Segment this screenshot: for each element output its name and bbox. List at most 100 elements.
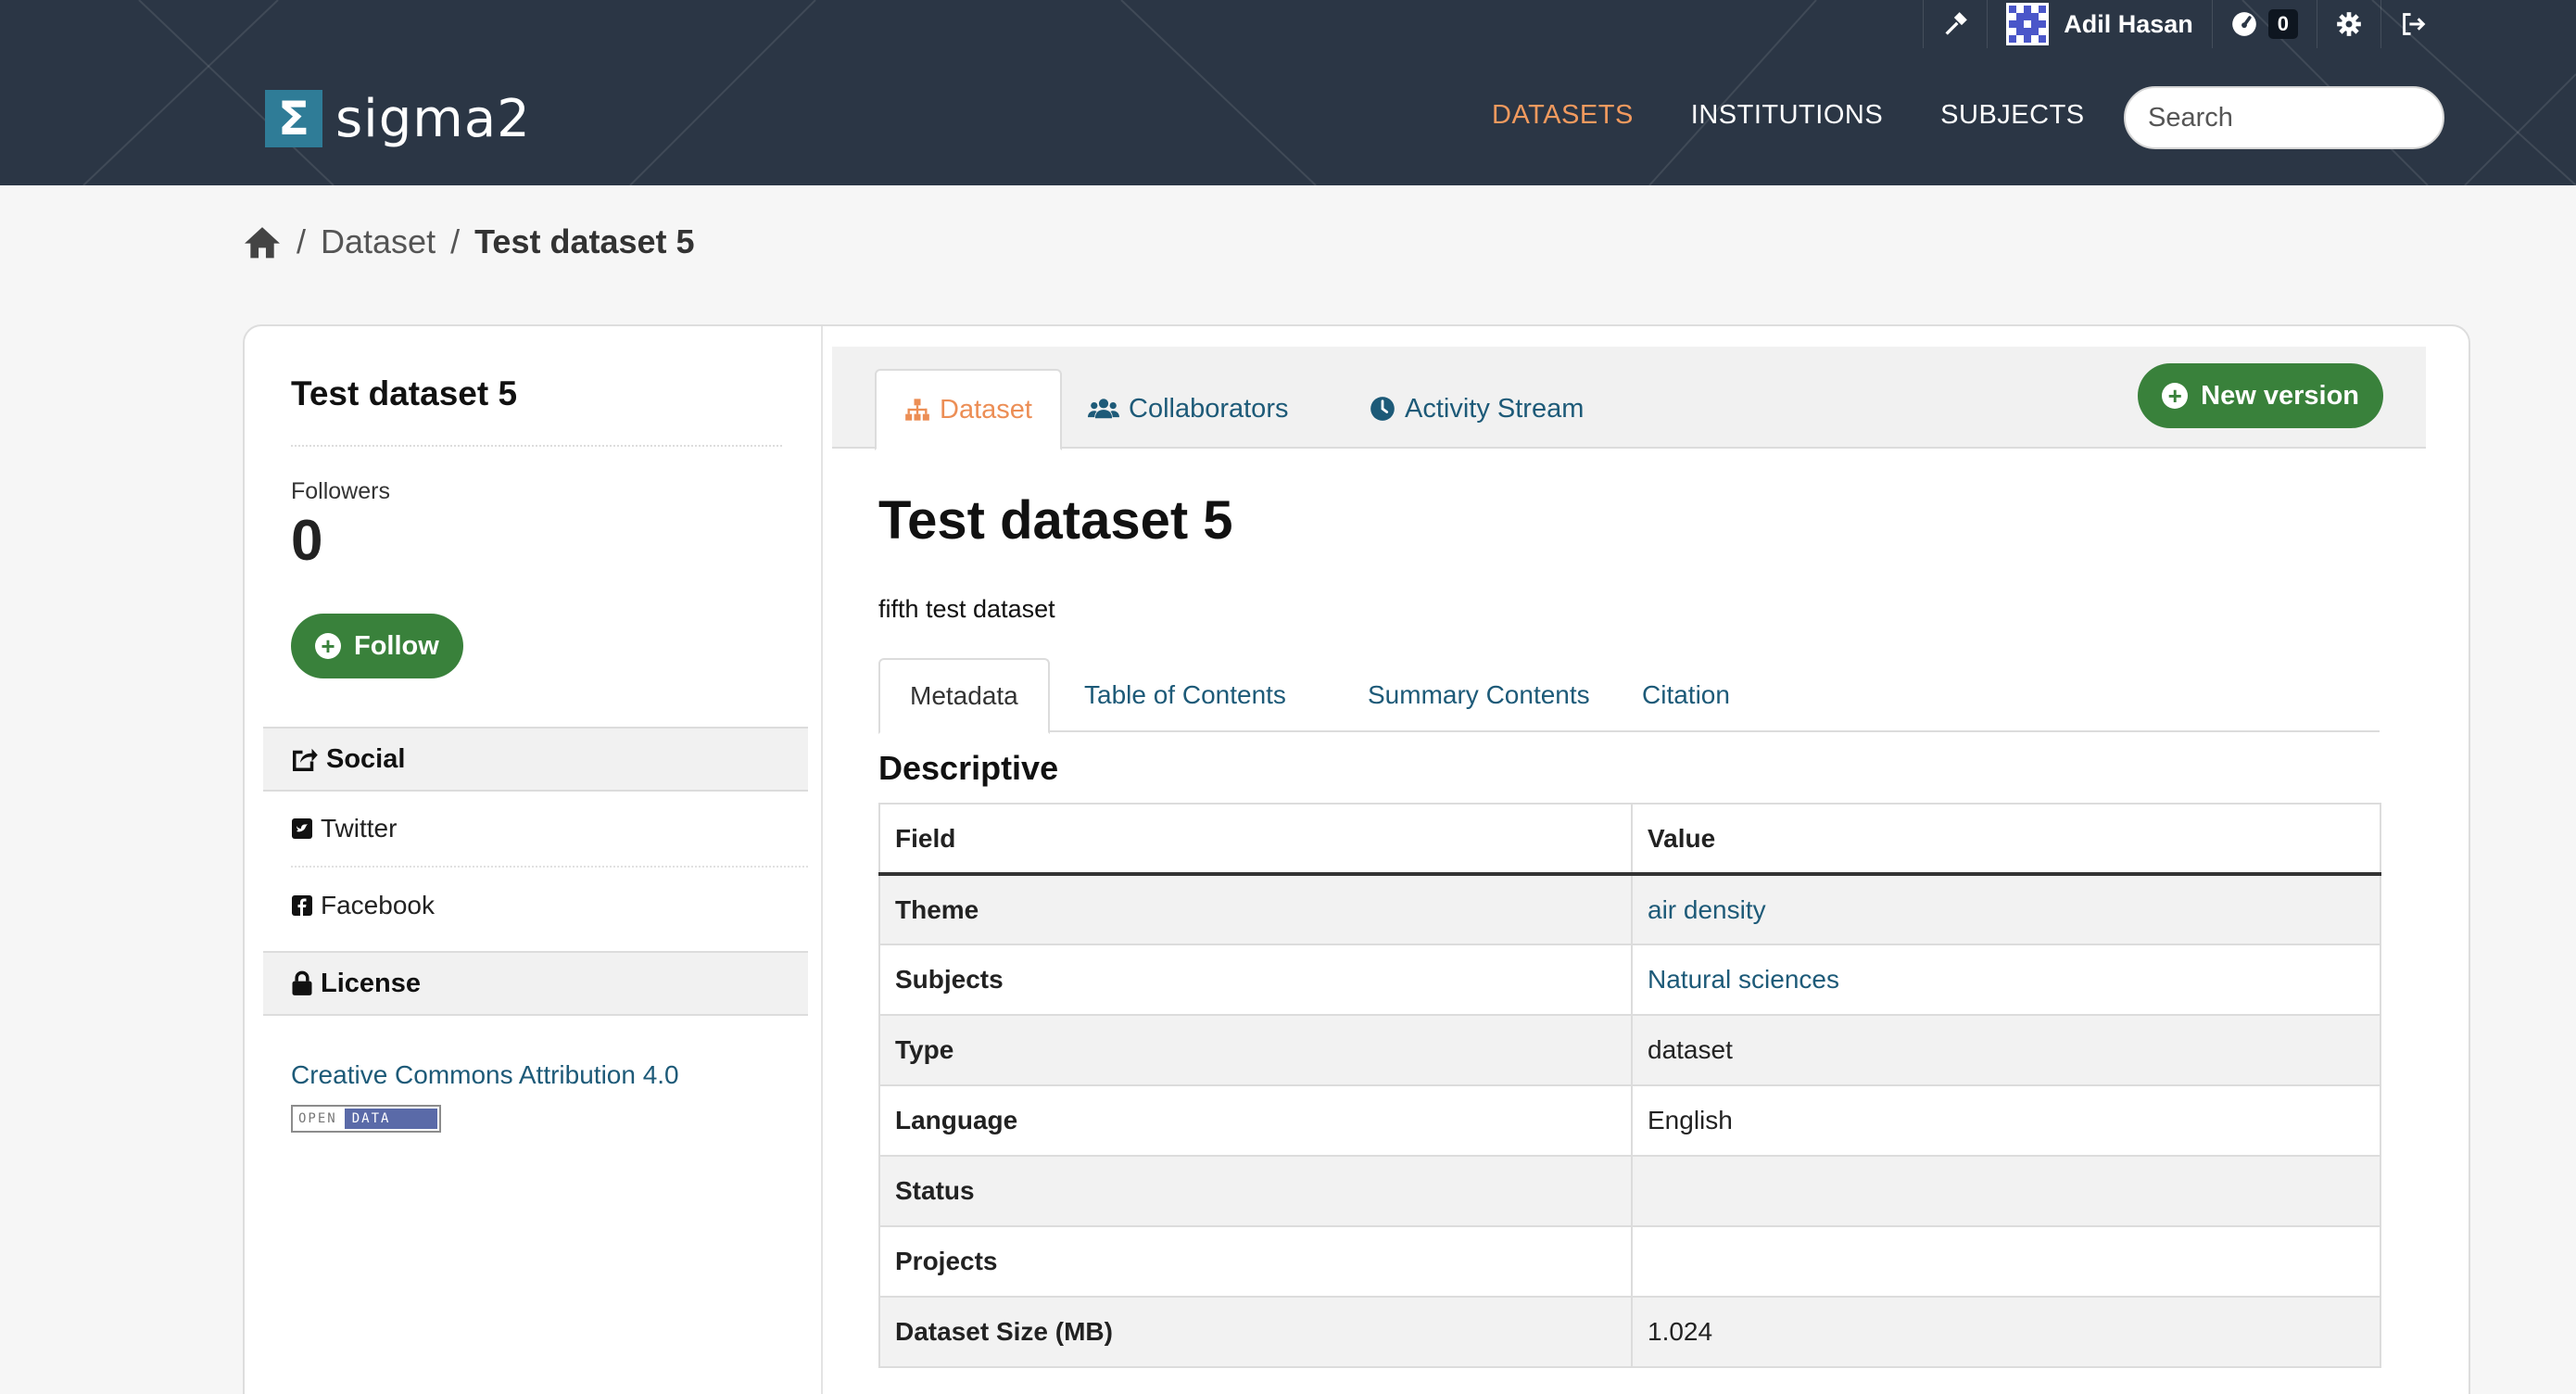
clock-icon [1370,397,1395,421]
logo-text: sigma2 [335,88,531,149]
page-tabs: Dataset Collaborators Activity Stream + … [832,347,2426,450]
users-icon [1088,399,1119,419]
table-row: Theme air density [878,873,2381,945]
table-cell-value: Natural sciences [1631,944,2381,1016]
social-heading-label: Social [326,743,406,774]
twitter-square-icon [292,818,312,839]
site-search [2124,86,2497,149]
share-facebook-link[interactable]: Facebook [291,868,808,944]
share-twitter-link[interactable]: Twitter [291,792,808,868]
new-version-button[interactable]: + New version [2138,363,2383,428]
logout-link[interactable] [2380,0,2446,48]
open-data-badge-right: DATA [344,1109,437,1129]
table-cell-field: Subjects [878,944,1633,1016]
logout-icon [2403,13,2426,35]
user-profile-link[interactable]: Adil Hasan [1987,0,2212,48]
table-row: Status [878,1155,2381,1227]
table-row: Language English [878,1084,2381,1157]
divider [291,445,782,447]
main-navigation: DATASETS INSTITUTIONS SUBJECTS [1492,100,2085,131]
table-row: Dataset Size (MB) 1.024 [878,1296,2381,1368]
nav-datasets[interactable]: DATASETS [1492,100,1634,131]
follow-button[interactable]: + Follow [291,614,463,678]
sysadmin-link[interactable] [1923,0,1987,48]
table-cell-value: dataset [1631,1014,2381,1086]
license-heading: License [263,951,808,1016]
tab-dataset[interactable]: Dataset [875,369,1062,450]
table-row: Subjects Natural sciences [878,944,2381,1016]
metadata-subtabs: Metadata Table of Contents Summary Conte… [878,658,2380,734]
table-cell-field: Projects [878,1225,1633,1298]
twitter-label: Twitter [321,814,398,843]
section-title-descriptive: Descriptive [878,749,1059,787]
license-link[interactable]: Creative Commons Attribution 4.0 [291,1060,679,1090]
facebook-label: Facebook [321,891,435,919]
table-cell-value [1631,1155,2381,1227]
search-input[interactable] [2148,102,2497,133]
table-cell-value: English [1631,1084,2381,1157]
open-data-badge-left: OPEN [298,1111,337,1126]
nav-subjects[interactable]: SUBJECTS [1940,100,2084,131]
tab-collaborators-label: Collaborators [1129,393,1289,424]
logo-sigma-symbol: Σ [265,90,322,147]
column-header-field: Field [878,803,1633,876]
tab-activity-stream-label: Activity Stream [1405,393,1585,424]
followers-count: 0 [291,509,323,573]
sidebar-dataset-title: Test dataset 5 [291,374,518,412]
home-icon[interactable] [243,224,282,260]
breadcrumb-dataset[interactable]: Dataset [321,222,436,261]
table-cell-field: Dataset Size (MB) [878,1296,1633,1368]
tab-collaborators[interactable]: Collaborators [1060,369,1316,449]
subtab-citation[interactable]: Citation [1612,658,1760,732]
account-masthead: Adil Hasan 0 [1923,0,2446,48]
followers-label: Followers [291,478,390,504]
notification-count-badge: 0 [2267,9,2298,39]
primary-content: Dataset Collaborators Activity Stream + … [832,326,2472,1394]
main-card: Test dataset 5 Followers 0 + Follow Soci… [243,324,2470,1394]
dashboard-gauge-icon [2231,12,2256,36]
user-name: Adil Hasan [2064,9,2193,38]
hammer-icon [1945,12,1968,35]
theme-link[interactable]: air density [1648,895,1766,924]
settings-gear-icon [2337,12,2361,36]
dataset-description: fifth test dataset [878,595,1055,623]
follow-button-label: Follow [354,630,439,661]
subtab-table-of-contents[interactable]: Table of Contents [1054,658,1316,732]
subtab-summary-contents[interactable]: Summary Contents [1338,658,1620,732]
table-cell-value [1631,1225,2381,1298]
table-cell-field: Theme [878,873,1633,945]
table-cell-value: air density [1631,873,2381,945]
social-heading: Social [263,727,808,792]
table-row: Type dataset [878,1014,2381,1086]
site-logo[interactable]: Σ sigma2 [265,88,531,149]
table-header-row: Field Value [878,803,2381,876]
new-version-button-label: New version [2201,380,2359,411]
breadcrumb-separator: / [450,222,461,260]
table-cell-field: Status [878,1155,1633,1227]
plus-circle-icon: + [315,633,341,659]
plus-circle-icon: + [2162,383,2189,409]
metadata-table: Field Value Theme air density Subjects N… [878,803,2381,1368]
dashboard-link[interactable]: 0 [2211,0,2317,48]
sitemap-icon [905,399,929,421]
share-square-icon [293,748,318,771]
nav-institutions[interactable]: INSTITUTIONS [1691,100,1883,131]
facebook-square-icon [292,895,312,916]
masthead: Adil Hasan 0 Σ sigma2 DATASETS INSTITUTI… [0,0,2576,185]
settings-link[interactable] [2317,0,2380,48]
breadcrumb: / Dataset / Test dataset 5 [243,222,695,261]
table-cell-field: Type [878,1014,1633,1086]
tab-activity-stream[interactable]: Activity Stream [1342,369,1611,449]
lock-icon [292,970,312,995]
breadcrumb-current[interactable]: Test dataset 5 [474,222,694,261]
subject-link[interactable]: Natural sciences [1648,965,1839,994]
table-cell-value: 1.024 [1631,1296,2381,1368]
table-row: Projects [878,1225,2381,1298]
open-data-badge[interactable]: OPEN DATA [291,1105,441,1133]
tab-dataset-label: Dataset [940,394,1032,425]
page-title: Test dataset 5 [878,490,1233,551]
subtab-metadata[interactable]: Metadata [878,658,1050,734]
table-cell-field: Language [878,1084,1633,1157]
sidebar: Test dataset 5 Followers 0 + Follow Soci… [245,326,823,1394]
breadcrumb-separator: / [297,222,307,260]
